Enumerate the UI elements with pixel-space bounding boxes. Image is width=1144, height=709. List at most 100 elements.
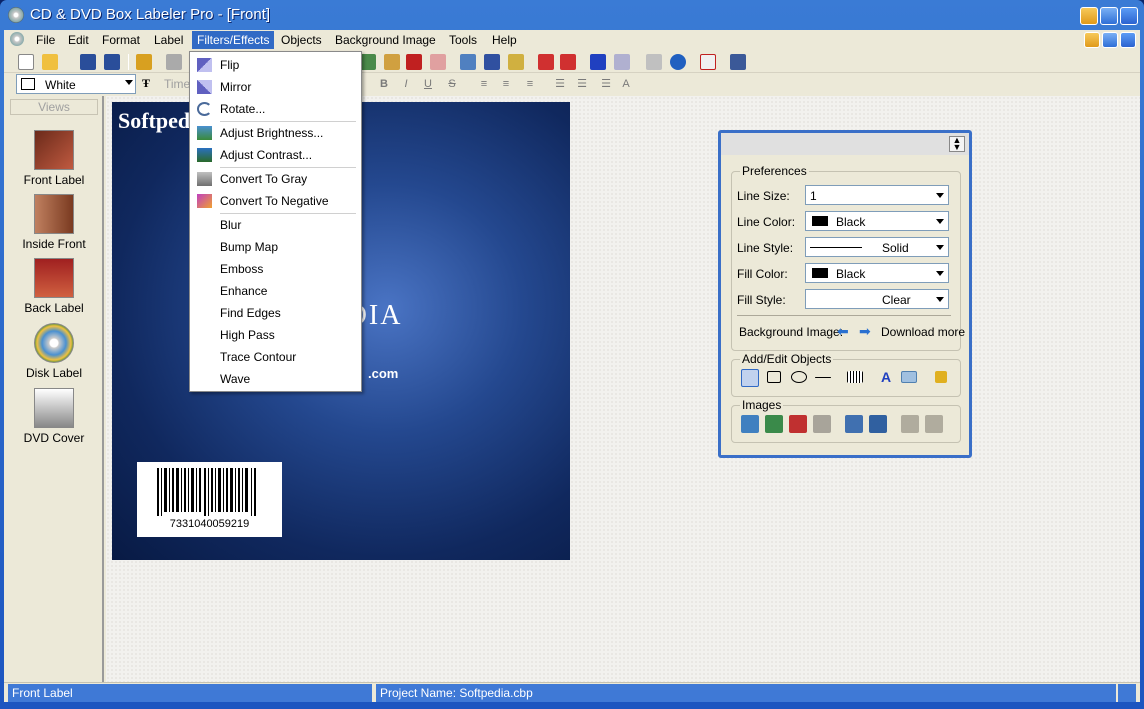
view-back-label[interactable]: Back Label <box>10 258 98 315</box>
menu-item-trace-contour[interactable]: Trace Contour <box>192 346 359 368</box>
checklist-icon[interactable] <box>700 54 716 70</box>
scan-image-icon[interactable] <box>845 415 863 433</box>
menu-edit[interactable]: Edit <box>66 33 91 47</box>
insert-image-icon[interactable] <box>384 54 400 70</box>
mdi-restore-button[interactable] <box>1102 32 1118 48</box>
ellipse-tool-icon[interactable] <box>791 371 807 383</box>
image-disabled-3-icon[interactable] <box>925 415 943 433</box>
barcode-tool-icon[interactable] <box>847 371 863 383</box>
paste-image-icon[interactable] <box>508 54 524 70</box>
menu-item-convert-negative[interactable]: Convert To Negative <box>192 190 359 212</box>
menu-objects[interactable]: Objects <box>279 33 324 47</box>
up-down-arrows-icon[interactable]: ▲ ▼ <box>949 136 965 152</box>
view-inside-front[interactable]: Inside Front <box>10 194 98 251</box>
view-dvd-cover[interactable]: DVD Cover <box>10 388 98 445</box>
menu-file[interactable]: File <box>34 33 57 47</box>
bold-button[interactable]: B <box>376 76 392 92</box>
line-size-select[interactable]: 1 <box>805 185 949 205</box>
align-center-icon[interactable]: ≡ <box>498 76 514 92</box>
image-icon[interactable] <box>360 54 376 70</box>
outdent-icon[interactable]: ☰ <box>598 76 614 92</box>
frame-icon[interactable] <box>484 54 500 70</box>
disc-red-2-icon[interactable] <box>560 54 576 70</box>
disc-red-icon[interactable] <box>538 54 554 70</box>
text-box-tool-icon[interactable] <box>901 371 917 383</box>
align-right-icon[interactable]: ≡ <box>522 76 538 92</box>
image-disabled-icon[interactable] <box>813 415 831 433</box>
web-icon[interactable] <box>670 54 686 70</box>
menu-item-convert-gray[interactable]: Convert To Gray <box>192 168 359 190</box>
menu-item-wave[interactable]: Wave <box>192 368 359 390</box>
mdi-minimize-button[interactable] <box>1084 32 1100 48</box>
menu-background-image[interactable]: Background Image <box>333 33 438 47</box>
cloud-icon[interactable] <box>646 54 662 70</box>
strike-button[interactable]: S <box>444 76 460 92</box>
menu-item-adjust-contrast[interactable]: Adjust Contrast... <box>192 144 359 166</box>
menu-item-adjust-brightness[interactable]: Adjust Brightness... <box>192 122 359 144</box>
status-grip[interactable] <box>1118 684 1136 702</box>
arrow-left-icon[interactable]: ⬅ <box>837 323 849 340</box>
menu-item-flip[interactable]: Flip <box>192 54 359 76</box>
arrow-right-icon[interactable]: ➡ <box>859 323 871 340</box>
magic-wand-icon[interactable] <box>136 54 152 70</box>
delete-image-icon[interactable] <box>406 54 422 70</box>
cover-title[interactable]: Softped <box>118 108 190 134</box>
menu-filters-effects[interactable]: Filters/Effects <box>192 31 275 49</box>
barcode-object[interactable]: 7331040059219 <box>137 462 282 537</box>
frame-image-icon[interactable] <box>869 415 887 433</box>
eraser-icon[interactable] <box>430 54 446 70</box>
pointer-tool-icon[interactable] <box>741 369 759 387</box>
maximize-button[interactable] <box>1100 7 1118 25</box>
open-folder-icon[interactable] <box>42 54 58 70</box>
italic-button[interactable]: I <box>398 76 414 92</box>
print-icon[interactable] <box>166 54 182 70</box>
title-bar[interactable]: CD & DVD Box Labeler Pro - [Front] <box>0 0 1144 30</box>
menu-item-blur[interactable]: Blur <box>192 214 359 236</box>
new-icon[interactable] <box>18 54 34 70</box>
fill-color-select[interactable]: Black <box>805 263 949 283</box>
font-select[interactable]: Ŧ Time <box>140 74 196 94</box>
save-all-icon[interactable] <box>104 54 120 70</box>
text-fx-icon[interactable]: A <box>618 76 634 92</box>
menu-item-find-edges[interactable]: Find Edges <box>192 302 359 324</box>
align-left-icon[interactable]: ≡ <box>476 76 492 92</box>
menu-item-rotate[interactable]: Rotate... <box>192 98 359 120</box>
fill-style-select[interactable]: Clear <box>805 289 949 309</box>
underline-button[interactable]: U <box>420 76 436 92</box>
open-image-icon[interactable] <box>741 415 759 433</box>
menu-item-enhance[interactable]: Enhance <box>192 280 359 302</box>
scan-icon[interactable] <box>460 54 476 70</box>
menu-item-bump-map[interactable]: Bump Map <box>192 236 359 258</box>
image-landscape-icon[interactable] <box>765 415 783 433</box>
line-style-select[interactable]: Solid <box>805 237 949 257</box>
view-disk-label[interactable]: Disk Label <box>10 323 98 380</box>
rectangle-tool-icon[interactable] <box>767 371 781 383</box>
text-effect-icon[interactable] <box>614 54 630 70</box>
save-icon[interactable] <box>80 54 96 70</box>
menu-item-mirror[interactable]: Mirror <box>192 76 359 98</box>
view-front-label[interactable]: Front Label <box>10 130 98 187</box>
delete-image-icon[interactable] <box>789 415 807 433</box>
text-tool-icon[interactable]: A <box>877 369 895 387</box>
lock-icon[interactable] <box>935 371 947 383</box>
menu-help[interactable]: Help <box>490 33 519 47</box>
image-disabled-2-icon[interactable] <box>901 415 919 433</box>
color-select[interactable]: White <box>16 74 136 94</box>
indent-icon[interactable]: ☰ <box>574 76 590 92</box>
menu-label[interactable]: Label <box>152 33 185 47</box>
minimize-button[interactable] <box>1080 7 1098 25</box>
bullet-list-icon[interactable]: ☰ <box>552 76 568 92</box>
menu-item-high-pass[interactable]: High Pass <box>192 324 359 346</box>
cover-url[interactable]: .com <box>368 366 398 381</box>
text-art-icon[interactable] <box>590 54 606 70</box>
close-button[interactable] <box>1120 7 1138 25</box>
download-more-link[interactable]: Download more <box>881 325 965 339</box>
menu-tools[interactable]: Tools <box>447 33 479 47</box>
mdi-close-button[interactable] <box>1120 32 1136 48</box>
facebook-icon[interactable] <box>730 54 746 70</box>
menu-format[interactable]: Format <box>100 33 142 47</box>
line-tool-icon[interactable] <box>815 377 831 378</box>
line-color-select[interactable]: Black <box>805 211 949 231</box>
panel-header[interactable]: ▲ ▼ <box>721 133 969 155</box>
menu-item-emboss[interactable]: Emboss <box>192 258 359 280</box>
